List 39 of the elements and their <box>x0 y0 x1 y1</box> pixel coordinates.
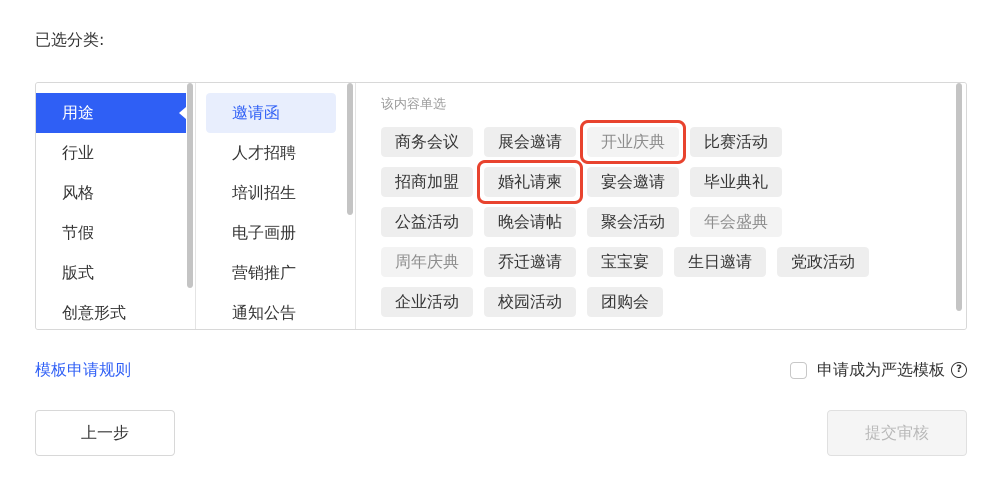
category-item[interactable]: 节假 <box>36 213 186 253</box>
scrollbar[interactable] <box>187 83 193 288</box>
tag-chip[interactable]: 招商加盟 <box>381 167 473 197</box>
subcategory-item[interactable]: 培训招生 <box>206 173 336 213</box>
tag-chip[interactable]: 聚会活动 <box>587 207 679 237</box>
subcategory-item[interactable]: 人才招聘 <box>206 133 336 173</box>
tag-chip[interactable]: 党政活动 <box>777 247 869 277</box>
tag-chip[interactable]: 团购会 <box>587 287 663 317</box>
subcategory-item[interactable]: 电子画册 <box>206 213 336 253</box>
rules-link[interactable]: 模板申请规则 <box>35 360 131 380</box>
tag-chip[interactable]: 展会邀请 <box>484 127 576 157</box>
tag-chip[interactable]: 宝宝宴 <box>587 247 663 277</box>
tag-chip[interactable]: 宴会邀请 <box>587 167 679 197</box>
tag-chip[interactable]: 公益活动 <box>381 207 473 237</box>
category-item[interactable]: 风格 <box>36 173 186 213</box>
tag-chip[interactable]: 校园活动 <box>484 287 576 317</box>
tag-chip[interactable]: 商务会议 <box>381 127 473 157</box>
category-item[interactable]: 用途 <box>36 93 186 133</box>
category-item[interactable]: 行业 <box>36 133 186 173</box>
hint-text: 该内容单选 <box>381 96 447 114</box>
tag-chip[interactable]: 企业活动 <box>381 287 473 317</box>
tag-chip[interactable]: 晚会请帖 <box>484 207 576 237</box>
help-icon[interactable]: ? <box>951 362 967 378</box>
scrollbar[interactable] <box>956 83 962 311</box>
subcategory-item[interactable]: 邀请函 <box>206 93 336 133</box>
category-item[interactable]: 创意形式 <box>36 293 186 329</box>
tag-chip[interactable]: 婚礼请柬 <box>484 167 576 197</box>
section-heading: 已选分类: <box>35 29 106 51</box>
tag-chip[interactable]: 生日邀请 <box>674 247 766 277</box>
tag-chip[interactable]: 乔迁邀请 <box>484 247 576 277</box>
checkbox[interactable] <box>790 362 807 378</box>
checkbox-label: 申请成为严选模板 <box>817 360 945 380</box>
scrollbar[interactable] <box>347 83 353 215</box>
subcategory-item[interactable]: 通知公告 <box>206 293 336 329</box>
subcategory-item[interactable]: 营销推广 <box>206 253 336 293</box>
tag-chip[interactable]: 毕业典礼 <box>690 167 782 197</box>
category-item[interactable]: 版式 <box>36 253 186 293</box>
tag-chip[interactable]: 比赛活动 <box>690 127 782 157</box>
back-button[interactable]: 上一步 <box>35 410 175 456</box>
